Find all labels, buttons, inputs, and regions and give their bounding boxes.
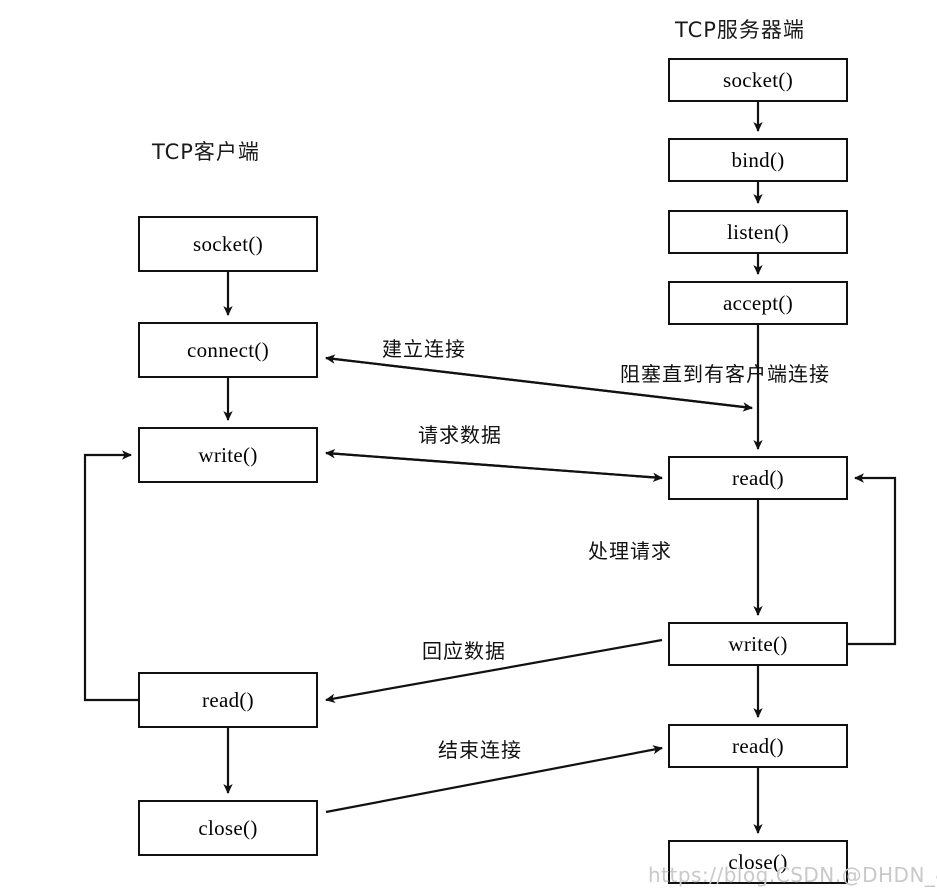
edge-label-request-data: 请求数据 <box>418 423 502 447</box>
tcp-flow-diagram: TCP客户端 TCP服务器端 socket() connect() write(… <box>0 0 937 895</box>
node-server-write[interactable]: write() <box>668 622 848 666</box>
node-server-read-request[interactable]: read() <box>668 456 848 500</box>
edge-request-data-to-client <box>325 448 663 480</box>
node-server-listen[interactable]: listen() <box>668 210 848 254</box>
edge-label-block-until-client: 阻塞直到有客户端连接 <box>620 362 830 386</box>
edge-server-loop-write-to-read <box>848 473 897 646</box>
node-client-write[interactable]: write() <box>138 427 318 483</box>
client-column-title: TCP客户端 <box>152 140 260 164</box>
node-client-close[interactable]: close() <box>138 800 318 856</box>
node-server-accept[interactable]: accept() <box>668 281 848 325</box>
node-server-read-close[interactable]: read() <box>668 724 848 768</box>
edge-label-response-data: 回应数据 <box>422 639 506 663</box>
node-client-read[interactable]: read() <box>138 672 318 728</box>
edge-label-process-request: 处理请求 <box>588 539 672 563</box>
node-client-connect[interactable]: connect() <box>138 322 318 378</box>
csdn-watermark: https://blog.CSDN.@DHDN_461997 <box>648 863 937 887</box>
node-client-socket[interactable]: socket() <box>138 216 318 272</box>
node-server-bind[interactable]: bind() <box>668 138 848 182</box>
edge-client-loop-read-to-write <box>83 450 138 702</box>
edge-label-finish-connection: 结束连接 <box>438 738 522 762</box>
edge-request-data-to-server <box>325 451 663 483</box>
server-column-title: TCP服务器端 <box>675 18 805 42</box>
node-server-socket[interactable]: socket() <box>668 58 848 102</box>
edge-label-establish-connection: 建立连接 <box>382 337 466 361</box>
